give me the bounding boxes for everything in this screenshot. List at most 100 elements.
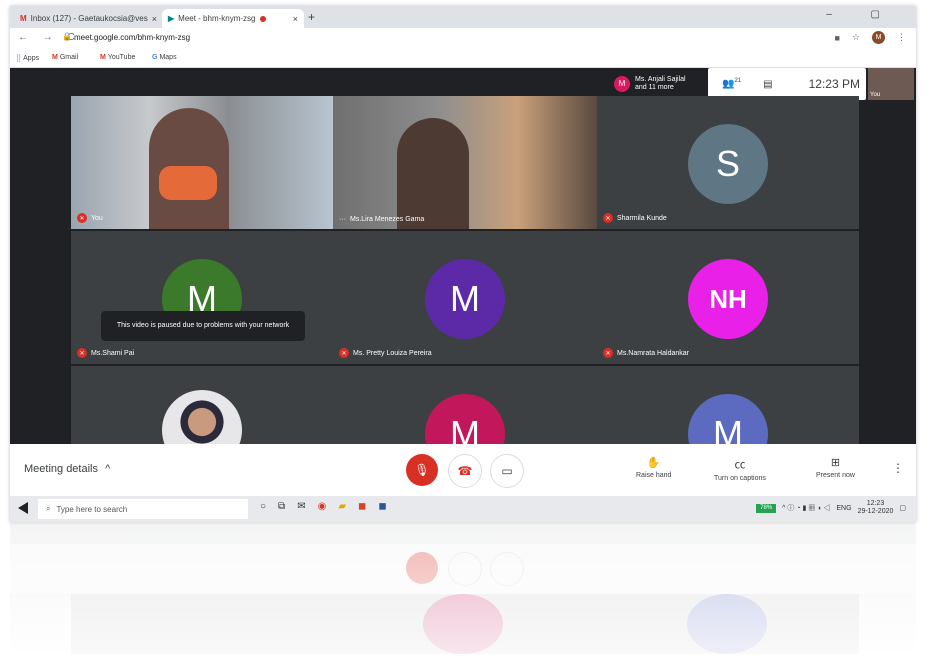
tile-name-row: ✕ Ms.Shami Pai bbox=[77, 348, 134, 358]
participant-avatar: M bbox=[614, 76, 630, 92]
taskbar-clock[interactable]: 12:23 29-12-2020 bbox=[858, 500, 894, 516]
participant-tile[interactable]: NH ✕ Ms.Namrata Haldankar bbox=[597, 231, 859, 364]
self-view-thumbnail[interactable]: You bbox=[868, 68, 914, 100]
participant-avatar: M bbox=[425, 394, 505, 444]
windows-taskbar: ⌕ Type here to search ○ ⧉ ✉ ◉ ▰ ◼ ◼ 78% … bbox=[10, 496, 916, 522]
gmail-icon: M bbox=[52, 54, 58, 61]
participant-tile[interactable]: ··· Ms.Lira Menezes Gama bbox=[333, 96, 597, 229]
tab-meet[interactable]: ▶ Meet - bhm-knym-zsg × bbox=[162, 9, 304, 28]
bookmark-label: Apps bbox=[23, 54, 40, 62]
self-thumb-label: You bbox=[870, 92, 881, 98]
tab-close-icon[interactable]: × bbox=[293, 14, 298, 24]
youtube-icon: M bbox=[100, 54, 106, 61]
tile-name-row: ✕ You bbox=[77, 213, 103, 223]
camera-toggle-button[interactable]: ▭ bbox=[490, 454, 524, 488]
search-icon: ⌕ bbox=[46, 504, 51, 513]
meeting-details-button[interactable]: Meeting details ^ bbox=[24, 463, 110, 475]
tray-icons[interactable]: ^ ⓘ ◔ ▮ ▦ ◖ ◁ bbox=[782, 503, 830, 513]
bookmark-label: Gmail bbox=[59, 54, 79, 61]
tile-name: Ms. Pretty Louiza Pereira bbox=[353, 349, 432, 357]
reflection-decoration bbox=[10, 522, 916, 654]
camera-icon[interactable]: ■ bbox=[834, 33, 839, 43]
hand-icon: ✋ bbox=[646, 457, 661, 469]
avatar-initial: NH bbox=[709, 283, 747, 314]
browser-window: M Inbox (127) - Gaetaukocsia@ves × ▶ Mee… bbox=[10, 6, 916, 522]
clock-date: 29-12-2020 bbox=[857, 508, 894, 515]
present-icon: ⊞ bbox=[830, 457, 841, 469]
word-icon[interactable]: ◼ bbox=[378, 501, 386, 512]
participant-name: Ms. Anjali Sajilal bbox=[635, 76, 686, 83]
task-view-icon[interactable]: ⧉ bbox=[278, 501, 285, 512]
people-icon[interactable]: 👥21 bbox=[722, 78, 741, 89]
apps-grid-icon: ⣿ bbox=[16, 55, 22, 62]
raise-hand-button[interactable]: ✋ Raise hand bbox=[636, 456, 671, 479]
new-tab-button[interactable]: + bbox=[308, 10, 315, 24]
bookmark-gmail[interactable]: M Gmail bbox=[52, 54, 78, 61]
participant-tile[interactable] bbox=[71, 366, 333, 444]
raise-hand-label: Raise hand bbox=[636, 472, 672, 479]
bookmark-maps[interactable]: G Maps bbox=[152, 54, 177, 61]
tab-gmail[interactable]: M Inbox (127) - Gaetaukocsia@ves × bbox=[14, 9, 162, 28]
tile-name: Sharmila Kunde bbox=[617, 214, 667, 222]
avatar-initial: M bbox=[450, 278, 480, 319]
menu-icon[interactable]: ⋮ bbox=[897, 32, 906, 43]
cortana-icon[interactable]: ○ bbox=[260, 501, 266, 512]
video-camera-icon: ▭ bbox=[501, 464, 513, 478]
taskbar-search[interactable]: ⌕ Type here to search bbox=[38, 499, 248, 519]
mic-off-icon: ✕ bbox=[77, 213, 87, 223]
leave-call-button[interactable]: ☎ bbox=[448, 454, 482, 488]
present-now-button[interactable]: ⊞ Present now bbox=[816, 456, 855, 479]
captions-button[interactable]: ㏄ Turn on captions bbox=[714, 456, 766, 482]
url-input[interactable]: meet.google.com/bhm-knym-zsg bbox=[74, 33, 190, 42]
participant-tile[interactable]: S ✕ Sharmila Kunde bbox=[597, 96, 859, 229]
tab-close-icon[interactable]: × bbox=[152, 14, 157, 24]
participants-text: Ms. Anjali Sajilal and 11 more bbox=[635, 76, 686, 92]
start-icon[interactable] bbox=[18, 502, 28, 514]
google-icon: G bbox=[152, 54, 158, 61]
participant-tile[interactable]: M bbox=[597, 366, 859, 444]
window-controls[interactable]: – ▢ bbox=[826, 9, 898, 20]
avatar-initial: M bbox=[450, 413, 480, 444]
bookmark-label: Maps bbox=[159, 54, 177, 61]
participant-tile[interactable]: M This video is paused due to problems w… bbox=[71, 231, 333, 364]
tile-name: Ms.Namrata Haldankar bbox=[617, 349, 689, 357]
battery-indicator[interactable]: 78% bbox=[756, 503, 777, 513]
notification-icon[interactable]: ▢ bbox=[899, 504, 906, 512]
file-explorer-icon[interactable]: ▰ bbox=[338, 501, 346, 512]
mic-toggle-button[interactable]: 🎙 bbox=[406, 454, 438, 486]
meet-control-bar: Meeting details ^ 🎙 ☎ ▭ ✋ Raise hand ㏄ T… bbox=[10, 444, 916, 496]
tile-name-row: ··· Ms.Lira Menezes Gama bbox=[339, 216, 424, 223]
mail-icon[interactable]: ✉ bbox=[297, 501, 305, 512]
chat-icon[interactable]: ▤ bbox=[763, 79, 772, 90]
video-person bbox=[397, 118, 469, 229]
powerpoint-icon[interactable]: ◼ bbox=[358, 501, 366, 512]
participant-avatar: M bbox=[425, 259, 505, 339]
bookmarks-bar: ⣿ Apps M Gmail M YouTube G Maps bbox=[10, 50, 916, 68]
language-indicator[interactable]: ENG bbox=[836, 505, 851, 512]
bookmark-apps[interactable]: ⣿ Apps bbox=[16, 54, 40, 63]
participant-tile[interactable]: ✕ You bbox=[71, 96, 333, 229]
participant-tile[interactable]: M ✕ Ms. Pretty Louiza Pereira bbox=[333, 231, 597, 364]
chrome-icon[interactable]: ◉ bbox=[318, 501, 327, 512]
participant-avatar: S bbox=[688, 124, 768, 204]
more-options-button[interactable]: ⋮ bbox=[892, 461, 904, 475]
participants-chip[interactable]: M Ms. Anjali Sajilal and 11 more bbox=[608, 70, 708, 98]
star-icon[interactable]: ☆ bbox=[852, 32, 860, 43]
mic-off-icon: ✕ bbox=[603, 348, 613, 358]
video-paused-message: This video is paused due to problems wit… bbox=[101, 311, 305, 341]
tile-name: Ms.Lira Menezes Gama bbox=[350, 216, 425, 223]
profile-avatar[interactable]: M bbox=[872, 31, 885, 44]
participant-tile[interactable]: M bbox=[333, 366, 597, 444]
reflection-fade bbox=[10, 522, 916, 654]
tab-bar: M Inbox (127) - Gaetaukocsia@ves × ▶ Mee… bbox=[10, 6, 916, 28]
present-label: Present now bbox=[816, 472, 855, 479]
clock-time: 12:23 bbox=[866, 500, 885, 507]
bookmark-youtube[interactable]: M YouTube bbox=[100, 54, 135, 61]
mic-off-icon: ✕ bbox=[77, 348, 87, 358]
mic-off-icon: ✕ bbox=[339, 348, 349, 358]
tab-label: Meet - bhm-knym-zsg bbox=[178, 14, 256, 23]
meeting-details-label: Meeting details bbox=[24, 463, 98, 475]
search-placeholder: Type here to search bbox=[56, 504, 128, 514]
lock-icon: 🔒 bbox=[62, 32, 72, 41]
captions-label: Turn on captions bbox=[714, 475, 766, 482]
